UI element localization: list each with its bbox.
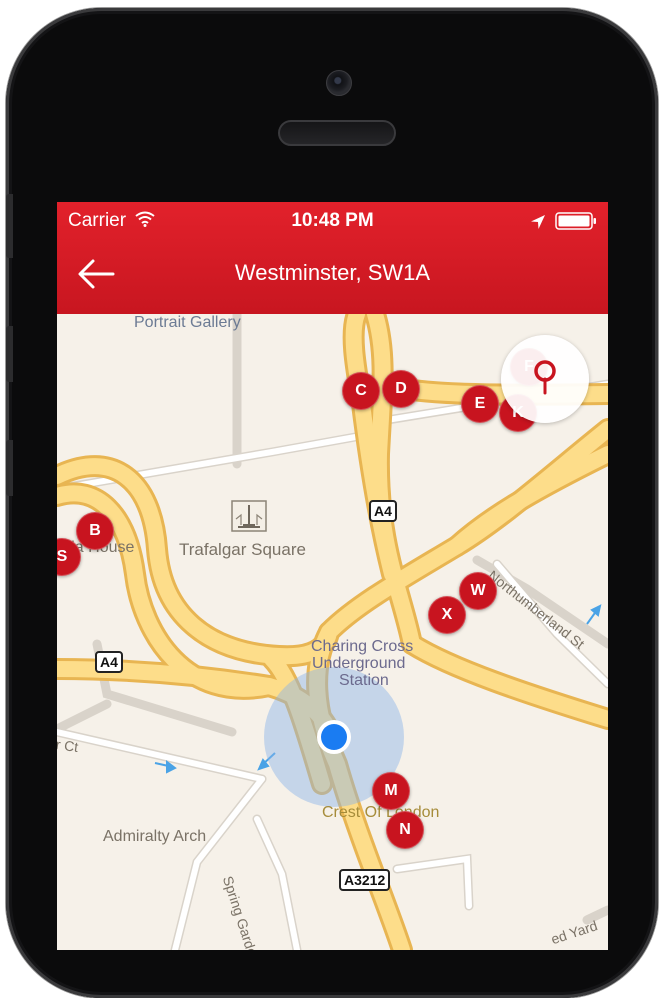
volume-down-button <box>6 440 13 496</box>
map-marker-n[interactable]: N <box>386 811 424 849</box>
landmark-icon <box>231 500 267 532</box>
earpiece-speaker <box>278 120 396 146</box>
map-label-charing-cross-line2: Underground <box>312 655 406 672</box>
location-arrow-icon <box>531 215 545 229</box>
front-camera <box>326 70 352 96</box>
road-shield-a4-top: A4 <box>369 500 397 522</box>
map-pin-icon <box>534 360 556 395</box>
map-label-trafalgar-square: Trafalgar Square <box>179 540 306 559</box>
battery-icon <box>555 212 596 230</box>
road-shield-a3212: A3212 <box>339 869 391 891</box>
map-label-charing-cross-line3: Station <box>339 672 389 689</box>
map-view[interactable]: Portrait Gallery Trafalgar Square ada Ho… <box>57 264 608 950</box>
map-label-portrait-gallery: Portrait Gallery <box>134 314 241 331</box>
map-marker-d[interactable]: D <box>382 370 420 408</box>
mute-switch <box>6 194 13 258</box>
map-marker-m[interactable]: M <box>372 772 410 810</box>
map-marker-e[interactable]: E <box>461 385 499 423</box>
map-label-ct: r Ct <box>57 736 80 755</box>
nav-bar: Carrier 10:48 PM Westminster, SW1A <box>57 202 608 314</box>
status-time: 10:48 PM <box>291 210 374 231</box>
map-marker-w[interactable]: W <box>459 572 497 610</box>
map-marker-x[interactable]: X <box>428 596 466 634</box>
map-label-admiralty-arch: Admiralty Arch <box>103 828 207 845</box>
map-marker-b[interactable]: B <box>76 512 114 550</box>
volume-up-button <box>6 326 13 382</box>
page-title: Westminster, SW1A <box>234 260 431 285</box>
drop-pin-button[interactable] <box>501 335 589 423</box>
map-marker-c[interactable]: C <box>342 372 380 410</box>
map-label-charing-cross-line1: Charing Cross <box>311 638 414 655</box>
user-location-dot <box>321 724 347 750</box>
app-screen: Portrait Gallery Trafalgar Square ada Ho… <box>57 202 608 950</box>
road-shield-a4: A4 <box>95 651 123 673</box>
